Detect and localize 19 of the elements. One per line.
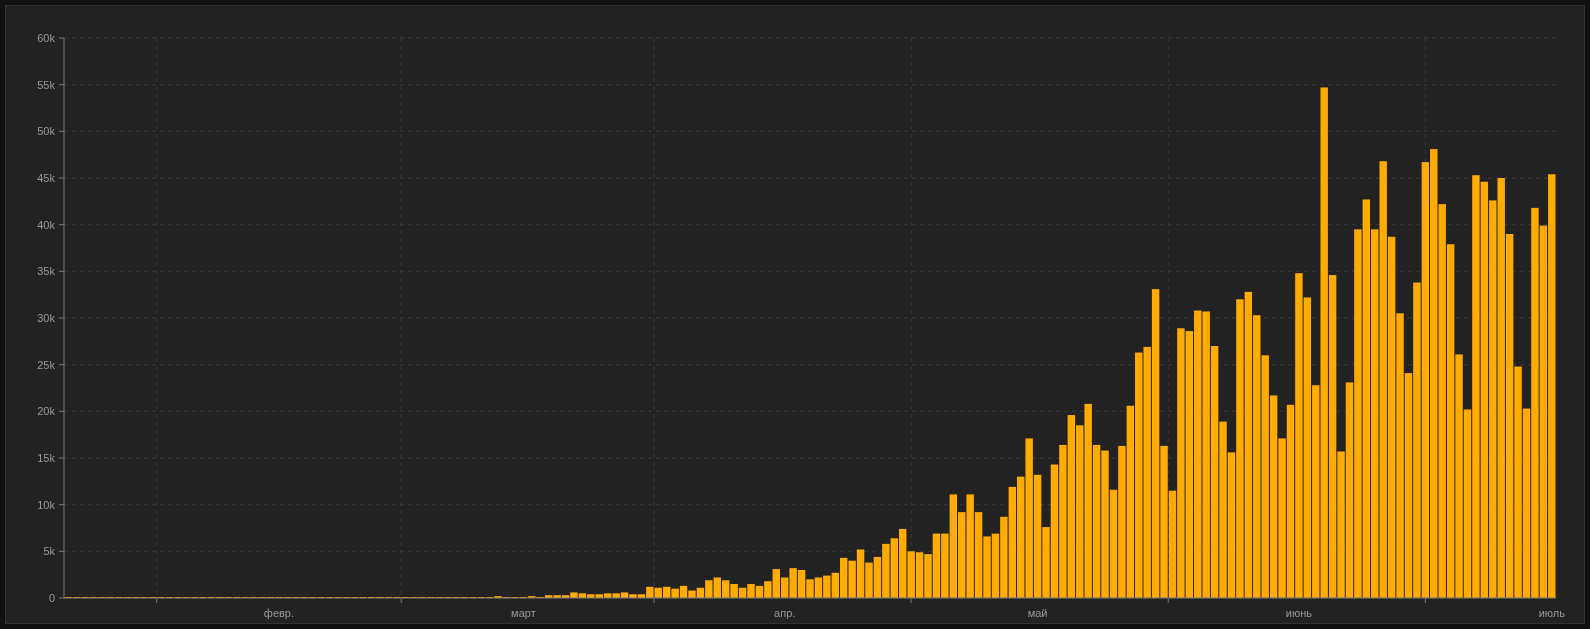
y-axis-label: 20k [37, 405, 55, 418]
y-axis-label: 25k [37, 358, 55, 371]
y-axis-label: 5k [43, 545, 55, 558]
y-axis-label: 40k [37, 218, 55, 231]
y-axis-label: 55k [37, 78, 55, 91]
x-axis-label: март [511, 607, 536, 619]
x-axis-label: апр. [774, 607, 796, 619]
y-axis-label: 50k [37, 125, 55, 138]
y-axis-label: 30k [37, 312, 55, 324]
y-axis-label: 60k [37, 32, 55, 44]
y-axis-label: 45k [37, 172, 55, 184]
x-axis-label: май [1027, 607, 1048, 619]
y-axis-label: 35k [37, 265, 55, 278]
x-axis-label: июнь [1285, 607, 1312, 619]
y-axis-label: 10k [37, 498, 55, 511]
x-axis-label: июль [1538, 607, 1565, 619]
x-axis-label: февр. [263, 607, 295, 619]
y-axis-label: 15k [37, 452, 55, 464]
y-axis-label: 0 [48, 592, 55, 604]
